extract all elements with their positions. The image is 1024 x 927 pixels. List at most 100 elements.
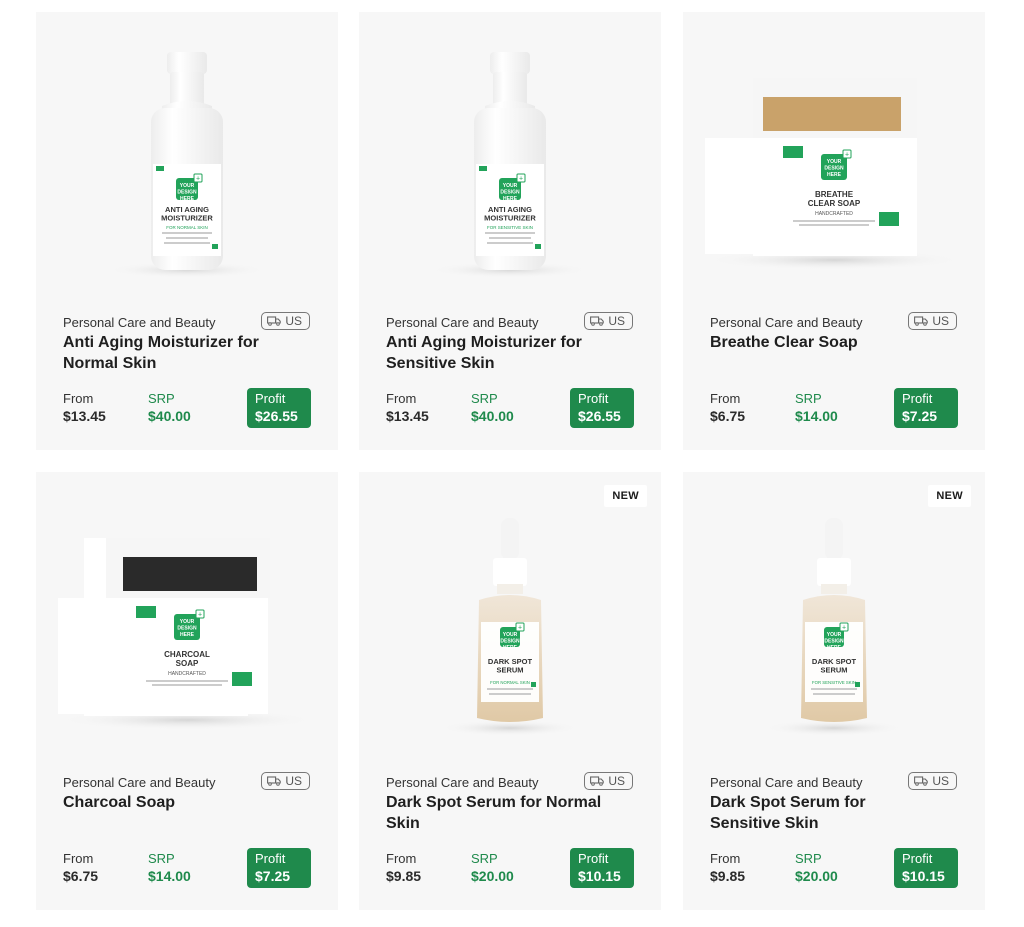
- svg-text:HERE: HERE: [503, 645, 518, 651]
- product-image[interactable]: + YOUR DESIGN HERE ANTI AGING MOISTURIZER FO…: [36, 12, 338, 302]
- svg-text:YOUR: YOUR: [503, 183, 518, 189]
- svg-text:+: +: [845, 152, 849, 159]
- ships-from-badge: US: [261, 312, 310, 330]
- ships-from-badge: US: [908, 312, 957, 330]
- svg-text:BREATHE: BREATHE: [815, 190, 854, 199]
- product-image[interactable]: + YOUR DESIGN HERE DARK SPOT SERUM FOR SENSI…: [683, 472, 985, 762]
- product-category: Personal Care and Beauty: [63, 775, 216, 790]
- svg-text:YOUR: YOUR: [827, 159, 842, 165]
- product-card[interactable]: + YOUR DESIGN HERE DARK SPOT SERUM FOR SENSI…: [683, 472, 985, 910]
- product-name[interactable]: Dark Spot Serum for Normal Skin: [386, 792, 606, 834]
- svg-text:DESIGN: DESIGN: [500, 190, 520, 196]
- product-name[interactable]: Dark Spot Serum for Sensitive Skin: [710, 792, 930, 834]
- svg-text:YOUR: YOUR: [503, 632, 518, 638]
- from-price: $6.75: [63, 868, 99, 884]
- profit-label: Profit: [578, 851, 609, 866]
- truck-icon: [590, 316, 605, 326]
- svg-text:HERE: HERE: [180, 632, 195, 638]
- new-badge: NEW: [604, 485, 647, 507]
- svg-text:DESIGN: DESIGN: [500, 639, 520, 645]
- truck-icon: [267, 316, 282, 326]
- product-image[interactable]: + YOUR DESIGN HERE BREATHE CLEAR SOAP HANDCR…: [683, 12, 985, 302]
- svg-text:DESIGN: DESIGN: [177, 190, 197, 196]
- srp-price: $20.00: [471, 868, 514, 884]
- truck-icon: [914, 776, 929, 786]
- profit-badge: Profit $7.25: [894, 388, 958, 428]
- product-card[interactable]: + YOUR DESIGN HERE BREATHE CLEAR SOAP HANDCR…: [683, 12, 985, 450]
- svg-text:HERE: HERE: [827, 645, 842, 651]
- product-card[interactable]: + YOUR DESIGN HERE ANTI AGING MOISTURIZER FO…: [359, 12, 661, 450]
- profit-label: Profit: [902, 391, 933, 406]
- from-label: From: [386, 851, 417, 866]
- product-category: Personal Care and Beauty: [386, 315, 539, 330]
- product-category: Personal Care and Beauty: [710, 315, 863, 330]
- truck-icon: [914, 316, 929, 326]
- profit-value: $7.25: [255, 868, 291, 884]
- profit-label: Profit: [255, 851, 286, 866]
- svg-text:SERUM: SERUM: [820, 666, 847, 675]
- from-label: From: [386, 391, 417, 406]
- svg-text:YOUR: YOUR: [827, 632, 842, 638]
- product-name[interactable]: Breathe Clear Soap: [710, 332, 930, 353]
- svg-text:HERE: HERE: [180, 196, 195, 202]
- svg-text:CLEAR SOAP: CLEAR SOAP: [808, 199, 861, 208]
- profit-badge: Profit $26.55: [247, 388, 311, 428]
- ships-from-badge: US: [584, 772, 633, 790]
- svg-text:MOISTURIZER: MOISTURIZER: [484, 214, 536, 223]
- product-image[interactable]: + YOUR DESIGN HERE CHARCOAL SOAP HANDCRAFTED: [36, 472, 338, 762]
- svg-text:+: +: [842, 625, 846, 632]
- svg-text:YOUR: YOUR: [180, 619, 195, 625]
- srp-price: $40.00: [471, 408, 514, 424]
- truck-icon: [267, 776, 282, 786]
- svg-text:HANDCRAFTED: HANDCRAFTED: [815, 211, 853, 217]
- srp-label: SRP: [471, 391, 498, 406]
- origin-country: US: [932, 314, 949, 328]
- product-name[interactable]: Charcoal Soap: [63, 792, 283, 813]
- product-card[interactable]: + YOUR DESIGN HERE CHARCOAL SOAP HANDCRAFTED…: [36, 472, 338, 910]
- svg-text:MOISTURIZER: MOISTURIZER: [161, 214, 213, 223]
- truck-icon: [590, 776, 605, 786]
- profit-badge: Profit $10.15: [894, 848, 958, 888]
- product-name[interactable]: Anti Aging Moisturizer for Normal Skin: [63, 332, 283, 374]
- product-image[interactable]: + YOUR DESIGN HERE ANTI AGING MOISTURIZER FO…: [359, 12, 661, 302]
- svg-text:SOAP: SOAP: [176, 659, 199, 668]
- product-card[interactable]: + YOUR DESIGN HERE DARK SPOT SERUM FOR NORMA…: [359, 472, 661, 910]
- product-category: Personal Care and Beauty: [710, 775, 863, 790]
- profit-label: Profit: [578, 391, 609, 406]
- profit-value: $10.15: [578, 868, 621, 884]
- origin-country: US: [608, 314, 625, 328]
- profit-label: Profit: [902, 851, 933, 866]
- origin-country: US: [285, 314, 302, 328]
- product-image[interactable]: + YOUR DESIGN HERE DARK SPOT SERUM FOR NORMA…: [359, 472, 661, 762]
- svg-text:DESIGN: DESIGN: [824, 639, 844, 645]
- svg-text:DESIGN: DESIGN: [177, 626, 197, 632]
- srp-price: $14.00: [795, 408, 838, 424]
- product-name[interactable]: Anti Aging Moisturizer for Sensitive Ski…: [386, 332, 606, 374]
- profit-badge: Profit $7.25: [247, 848, 311, 888]
- ships-from-badge: US: [908, 772, 957, 790]
- from-label: From: [710, 391, 741, 406]
- product-category: Personal Care and Beauty: [63, 315, 216, 330]
- profit-badge: Profit $26.55: [570, 388, 634, 428]
- svg-text:SERUM: SERUM: [496, 666, 523, 675]
- from-price: $9.85: [710, 868, 746, 884]
- svg-text:HANDCRAFTED: HANDCRAFTED: [168, 671, 206, 677]
- srp-label: SRP: [795, 851, 822, 866]
- svg-text:HERE: HERE: [827, 172, 842, 178]
- svg-text:YOUR: YOUR: [180, 183, 195, 189]
- svg-text:+: +: [198, 612, 202, 619]
- from-price: $13.45: [63, 408, 106, 424]
- profit-label: Profit: [255, 391, 286, 406]
- svg-text:+: +: [196, 176, 200, 183]
- svg-text:+: +: [519, 176, 523, 183]
- from-label: From: [63, 391, 94, 406]
- from-price: $9.85: [386, 868, 422, 884]
- srp-label: SRP: [471, 851, 498, 866]
- origin-country: US: [932, 774, 949, 788]
- from-label: From: [710, 851, 741, 866]
- new-badge: NEW: [928, 485, 971, 507]
- profit-value: $10.15: [902, 868, 945, 884]
- product-card[interactable]: + YOUR DESIGN HERE ANTI AGING MOISTURIZER FO…: [36, 12, 338, 450]
- svg-text:CHARCOAL: CHARCOAL: [164, 650, 210, 659]
- profit-value: $7.25: [902, 408, 938, 424]
